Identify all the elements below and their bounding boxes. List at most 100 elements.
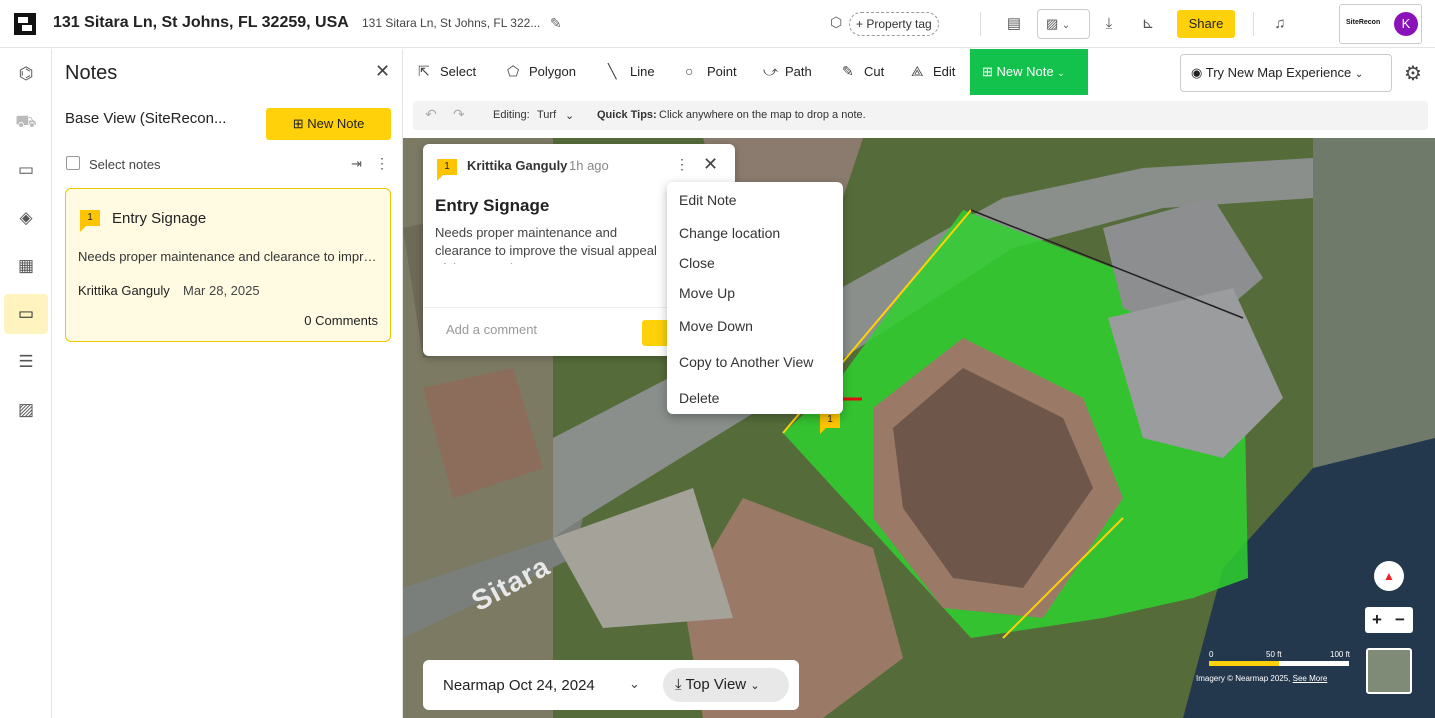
menu-item-copy-to-view[interactable]: Copy to Another View (679, 354, 813, 370)
editing-layer-select[interactable]: Turf (537, 109, 556, 121)
tool-label: Point (707, 64, 737, 79)
logo-icon[interactable] (14, 13, 36, 35)
avatar[interactable]: K (1394, 12, 1418, 36)
more-options-icon[interactable]: ⋮ (375, 155, 389, 172)
download-icon[interactable]: ⤓ (1097, 12, 1121, 36)
menu-item-close[interactable]: Close (679, 255, 715, 271)
undo-icon[interactable]: ↶ (425, 106, 437, 123)
compass-icon[interactable]: ▲ (1374, 561, 1404, 591)
chevron-down-icon: ⌄ (750, 680, 760, 692)
scale-label-50: 50 ft (1266, 650, 1282, 659)
calculator-icon[interactable]: ▦ (14, 254, 38, 278)
image-dropdown[interactable]: ▨ ⌄ (1037, 9, 1090, 39)
note-flag-icon: 1 (437, 159, 457, 181)
new-note-tool-label: New Note (996, 64, 1054, 79)
note-card-author: Krittika Ganguly (78, 283, 170, 298)
property-tag-button[interactable]: + Property tag (849, 12, 939, 36)
tool-edit[interactable]: ⟁ Edit (911, 63, 955, 80)
note-card-title: Entry Signage (112, 210, 207, 227)
menu-item-move-down[interactable]: Move Down (679, 318, 753, 334)
map-pin-icon: ◉ (1191, 65, 1203, 80)
scale-label-100: 100 ft (1330, 650, 1351, 659)
chevron-down-icon[interactable]: ⌄ (565, 109, 574, 122)
point-icon: ○ (685, 63, 694, 79)
note-card[interactable]: 1 Entry Signage Needs proper maintenance… (65, 188, 391, 342)
menu-item-move-up[interactable]: Move Up (679, 285, 735, 301)
gear-icon[interactable]: ⚙ (1404, 61, 1422, 86)
select-notes-checkbox[interactable] (66, 156, 80, 170)
redo-icon[interactable]: ↷ (453, 106, 465, 123)
map-experience-dropdown[interactable]: ◉ Try New Map Experience ⌄ (1180, 54, 1392, 92)
menu-item-delete[interactable]: Delete (679, 390, 719, 406)
minimap-thumbnail[interactable] (1366, 648, 1412, 694)
edit-bar: ↶ ↷ Editing: Turf ⌄ Quick Tips: Click an… (413, 101, 1428, 130)
image-icon: ▨ (1046, 16, 1059, 31)
imagery-date[interactable]: Nearmap Oct 24, 2024 (443, 677, 595, 694)
tag-icon: ⬡ (830, 14, 843, 30)
export-icon[interactable]: ⇥ (351, 156, 362, 172)
close-icon[interactable]: ✕ (703, 154, 718, 175)
tool-select[interactable]: ⇱ Select (418, 63, 476, 80)
imagery-credit: Imagery © Nearmap 2025, See More (1196, 674, 1327, 683)
cart-icon[interactable]: ⛟ (14, 110, 38, 134)
property-address: 131 Sitara Ln, St Johns, FL 32259, USA (53, 14, 349, 31)
tool-label: Select (440, 64, 477, 79)
new-note-tool[interactable]: ⊞ New Note ⌄ (970, 49, 1088, 95)
close-icon[interactable]: ✕ (375, 61, 390, 82)
gallery-icon[interactable]: ▨ (14, 398, 38, 422)
note-card-comments[interactable]: 0 Comments (304, 313, 378, 328)
add-note-icon: ⊞ (292, 116, 304, 131)
note-card-body: Needs proper maintenance and clearance t… (78, 249, 380, 264)
divider (980, 12, 981, 36)
select-notes-label: Select notes (89, 157, 161, 172)
tool-label: Polygon (529, 64, 576, 79)
new-note-button[interactable]: ⊞ New Note (266, 108, 391, 140)
new-note-label: New Note (307, 116, 365, 131)
quick-tips-text: Click anywhere on the map to drop a note… (659, 109, 866, 121)
credit-text: Imagery © Nearmap 2025, (1196, 674, 1291, 683)
note-card-date: Mar 28, 2025 (183, 283, 260, 298)
note-pin-icon[interactable]: 1 (820, 412, 840, 434)
chevron-down-icon: ⌄ (1354, 69, 1364, 80)
tool-polygon[interactable]: ⬠ Polygon (507, 63, 576, 80)
layers-icon[interactable]: ◈ (14, 206, 38, 230)
polygon-icon: ⬠ (507, 63, 520, 79)
tool-point[interactable]: ○ Point (685, 63, 737, 79)
org-logo: SiteRecon (1346, 19, 1381, 26)
tool-cut[interactable]: ✎ Cut (842, 63, 884, 80)
tool-label: Edit (933, 64, 956, 79)
add-note-icon: ⊞ (982, 64, 993, 79)
notes-icon[interactable]: ▭ (14, 302, 38, 326)
chevron-down-icon[interactable]: ⌄ (629, 676, 640, 692)
bell-icon[interactable]: ♫ (1268, 12, 1292, 36)
tool-label: Line (630, 64, 655, 79)
zoom-in-button[interactable]: + (1372, 610, 1382, 630)
more-options-icon[interactable]: ⋮ (675, 156, 689, 173)
tool-label: Path (785, 64, 812, 79)
measure-icon[interactable]: ⊾ (1136, 12, 1160, 36)
folder-icon[interactable]: ▭ (14, 158, 38, 182)
quick-tips-label: Quick Tips: (597, 109, 657, 121)
line-icon: ╲ (608, 63, 617, 79)
comment-input[interactable]: Add a comment (446, 322, 537, 337)
menu-item-edit-note[interactable]: Edit Note (679, 192, 737, 208)
zoom-controls: + − (1365, 607, 1413, 633)
tool-line[interactable]: ╲ Line (608, 63, 655, 80)
view-mode-label: Top View (685, 676, 747, 693)
notes-panel: Notes ✕ Base View (SiteRecon... ⊞ New No… (53, 49, 403, 718)
menu-item-change-location[interactable]: Change location (679, 225, 780, 241)
chevron-down-icon: ⌄ (1057, 68, 1065, 78)
report-icon[interactable]: ☰ (14, 350, 38, 374)
zoom-out-button[interactable]: − (1395, 610, 1405, 630)
property-address-short[interactable]: 131 Sitara Ln, St Johns, FL 322... (362, 16, 540, 30)
see-more-link[interactable]: See More (1293, 674, 1328, 683)
tool-path[interactable]: ⤻ Path (763, 63, 812, 80)
edit-pencil-icon[interactable]: ✎ (550, 15, 562, 32)
note-time: 1h ago (569, 158, 609, 173)
share-button[interactable]: Share (1177, 10, 1235, 38)
view-mode-toggle[interactable]: ⤓ Top View ⌄ (663, 668, 789, 702)
scale-bar (1209, 661, 1349, 666)
org-switcher[interactable]: SiteRecon K (1339, 4, 1422, 44)
workflow-icon[interactable]: ⌬ (14, 62, 38, 86)
document-settings-icon[interactable]: ▤ (1002, 12, 1026, 36)
